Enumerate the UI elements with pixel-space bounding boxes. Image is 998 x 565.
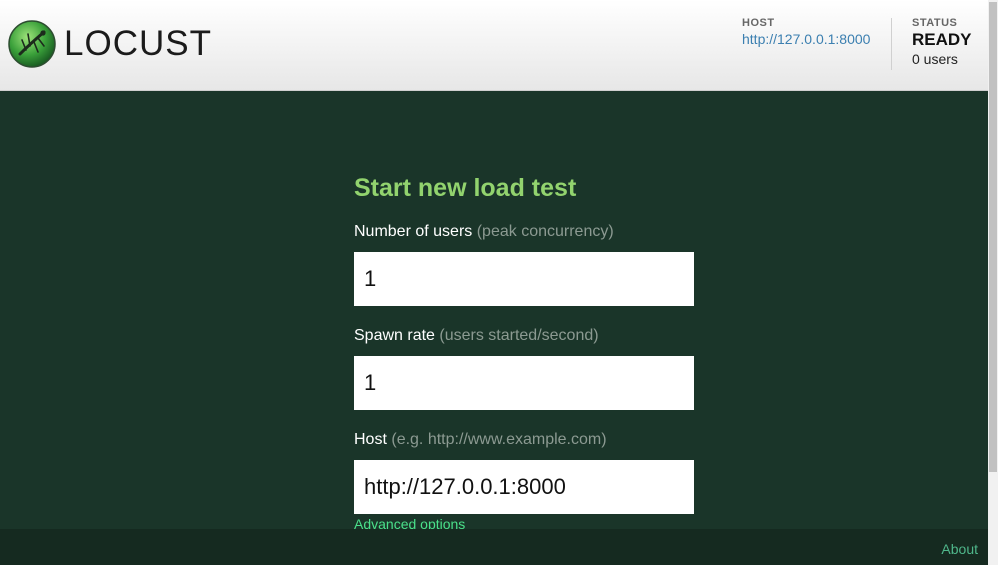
- users-input[interactable]: [354, 252, 694, 306]
- status-value: READY: [912, 30, 972, 49]
- about-link[interactable]: About: [941, 541, 978, 557]
- vertical-scrollbar[interactable]: [988, 0, 998, 565]
- form-title: Start new load test: [354, 174, 577, 202]
- users-label-text: Number of users: [354, 223, 473, 240]
- spawn-rate-input[interactable]: [354, 356, 694, 410]
- spawn-rate-field-label: Spawn rate (users started/second): [354, 326, 694, 346]
- host-url-link[interactable]: http://127.0.0.1:8000: [742, 31, 870, 47]
- status-label: STATUS: [912, 17, 958, 29]
- scrollbar-thumb[interactable]: [989, 2, 997, 472]
- host-field-label: Host (e.g. http://www.example.com): [354, 430, 694, 450]
- host-label-hint: (e.g. http://www.example.com): [391, 431, 607, 448]
- locust-logo-icon[interactable]: [8, 20, 56, 68]
- status-user-count: 0 users: [912, 51, 958, 67]
- host-input[interactable]: [354, 460, 694, 514]
- header-divider: [891, 18, 892, 70]
- spawn-rate-label-hint: (users started/second): [439, 327, 599, 344]
- footer-bar: About: [0, 529, 988, 565]
- brand-wordmark: LOCUST: [64, 24, 212, 63]
- top-header: LOCUST HOST http://127.0.0.1:8000 STATUS…: [0, 0, 988, 91]
- users-label-hint: (peak concurrency): [476, 223, 614, 240]
- users-field-label: Number of users (peak concurrency): [354, 222, 694, 242]
- status-info: STATUS READY 0 users: [912, 17, 972, 67]
- spawn-rate-label-text: Spawn rate: [354, 327, 435, 344]
- host-label: HOST: [742, 17, 775, 29]
- start-load-test-form: Start new load test Number of users (pea…: [354, 172, 694, 532]
- host-info: HOST http://127.0.0.1:8000: [742, 17, 870, 47]
- host-label-text: Host: [354, 431, 387, 448]
